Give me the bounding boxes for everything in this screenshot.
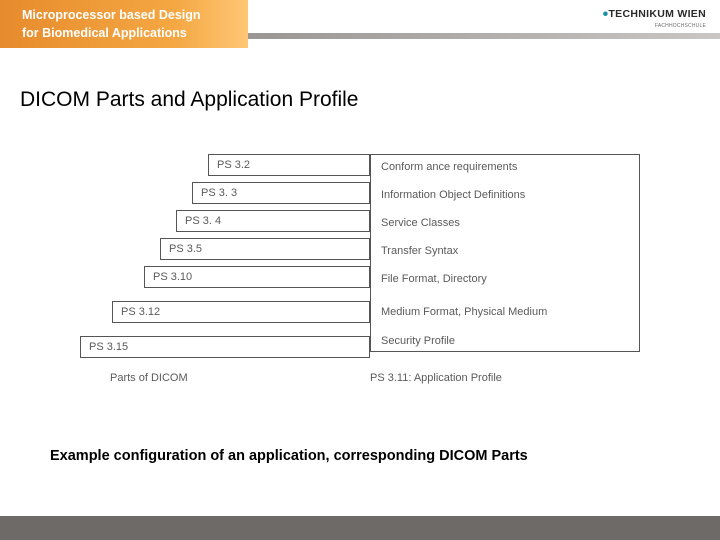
header-title: Microprocessor based Design for Biomedic… (22, 7, 201, 42)
header-title-line2: for Biomedical Applications (22, 25, 201, 43)
footer-bar (0, 516, 720, 540)
slide-header: Microprocessor based Design for Biomedic… (0, 0, 720, 54)
parts-of-dicom-label: Parts of DICOM (110, 372, 188, 384)
dicom-part-box: PS 3.5 (160, 238, 370, 260)
profile-row-label: Security Profile (381, 335, 455, 347)
profile-row-label: Information Object Definitions (381, 189, 525, 201)
slide-caption: Example configuration of an application,… (50, 448, 528, 464)
profile-row-label: Transfer Syntax (381, 245, 458, 257)
dicom-part-box: PS 3.2 (208, 154, 370, 176)
dicom-part-box: PS 3. 4 (176, 210, 370, 232)
profile-row-label: Medium Format, Physical Medium (381, 306, 547, 318)
dicom-part-box: PS 3.15 (80, 336, 370, 358)
dicom-part-box: PS 3.10 (144, 266, 370, 288)
profile-row-label: Conform ance requirements (381, 161, 517, 173)
logo-main: •TECHNIKUM WIEN (566, 6, 706, 24)
dicom-part-box: PS 3. 3 (192, 182, 370, 204)
logo: •TECHNIKUM WIEN FACHHOCHSCHULE (566, 6, 706, 36)
page-title: DICOM Parts and Application Profile (20, 88, 358, 112)
dicom-part-box: PS 3.12 (112, 301, 370, 323)
profile-row-label: File Format, Directory (381, 273, 487, 285)
header-title-line1: Microprocessor based Design (22, 7, 201, 25)
application-profile-box: Conform ance requirements Information Obj… (370, 154, 640, 352)
profile-row-label: Service Classes (381, 217, 460, 229)
dicom-parts-diagram: Conform ance requirements Information Obj… (80, 154, 650, 404)
application-profile-label: PS 3.11: Application Profile (370, 372, 502, 384)
